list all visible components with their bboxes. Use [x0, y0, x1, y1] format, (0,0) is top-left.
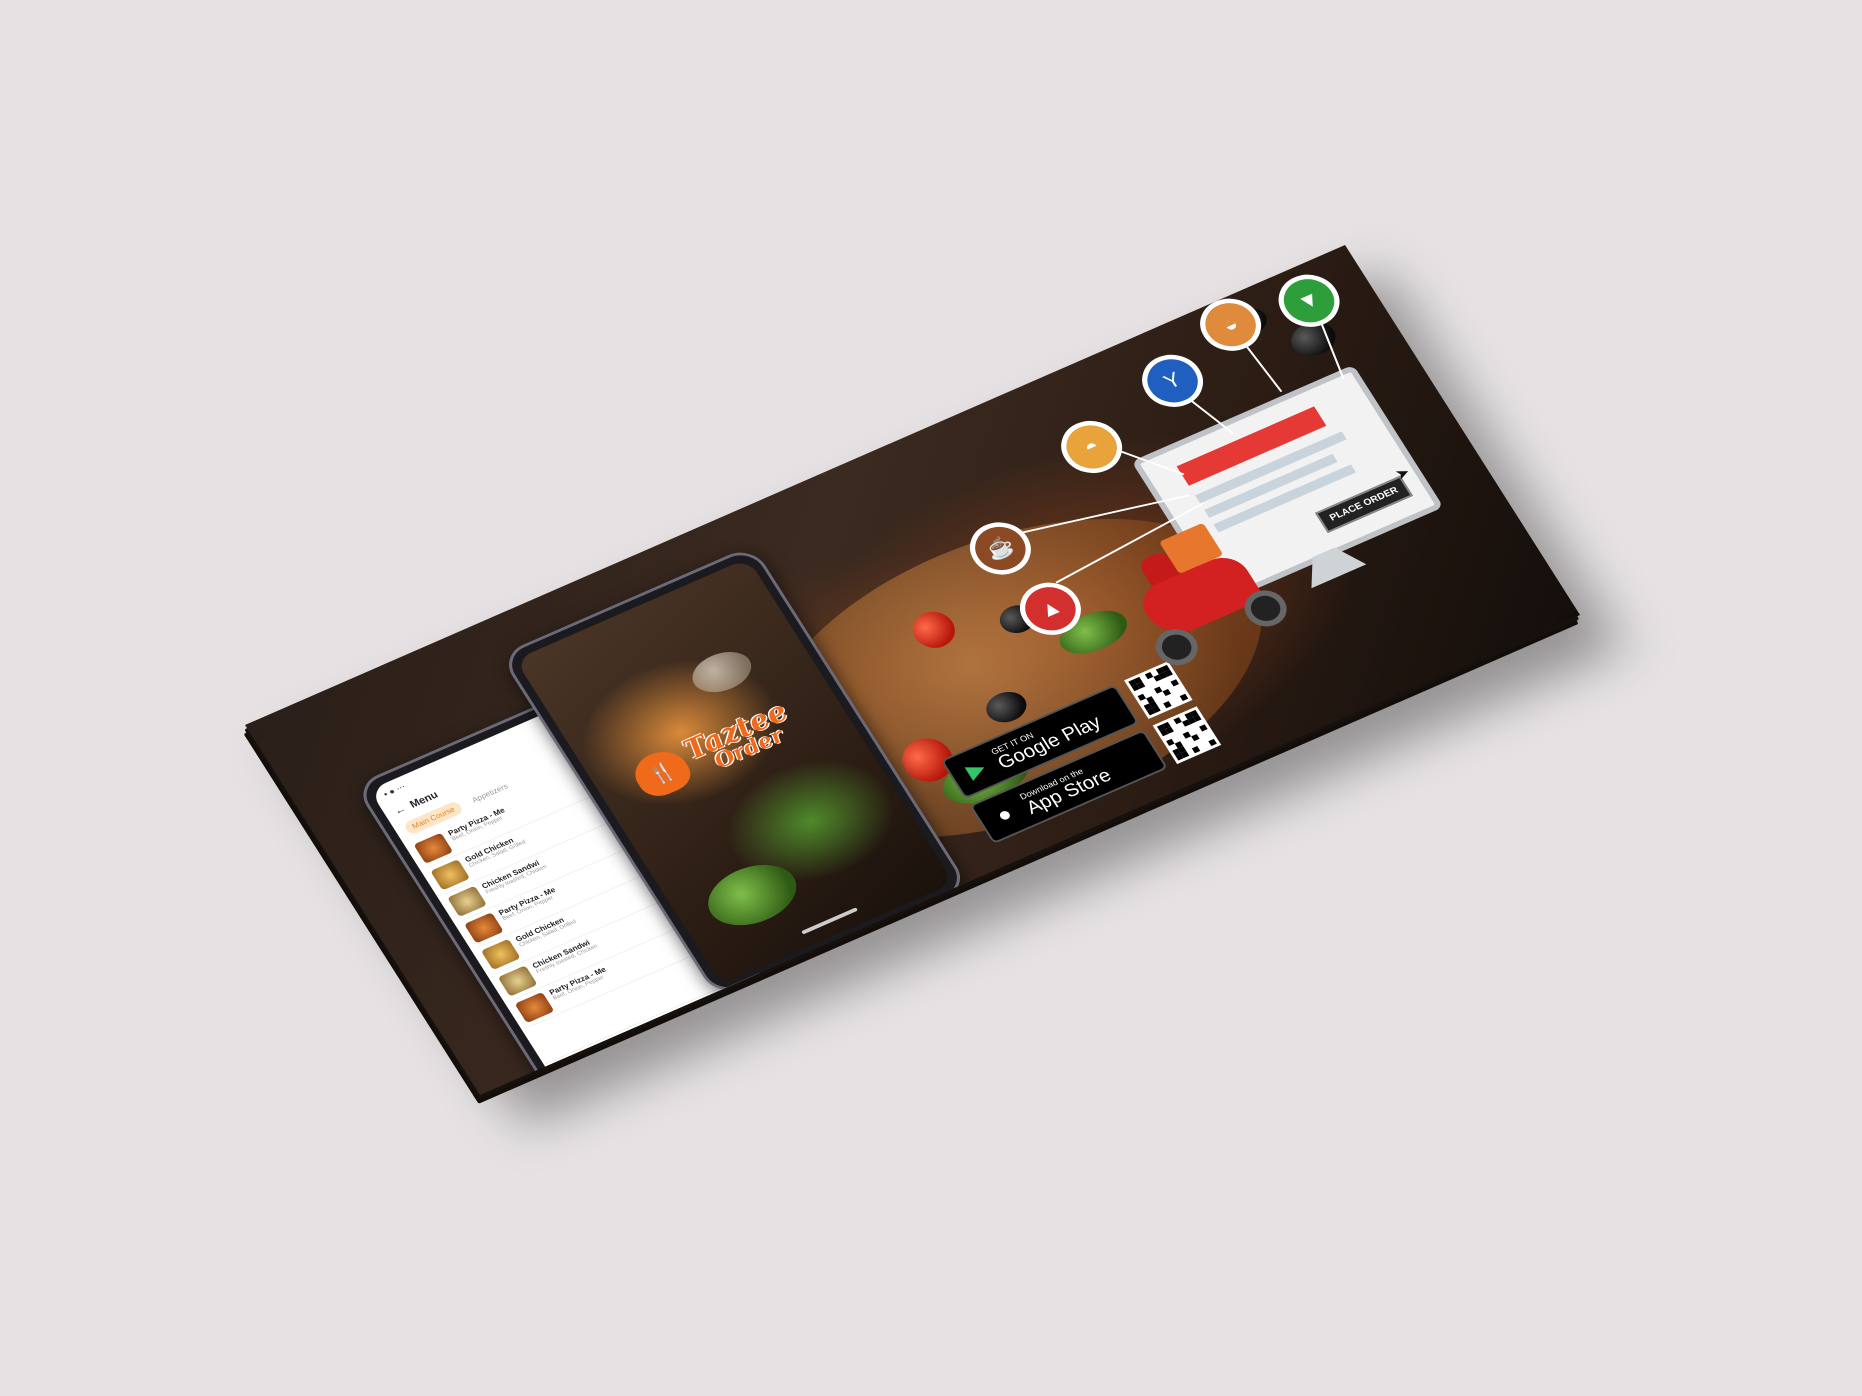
apple-icon: ●: [991, 801, 1017, 828]
herb: [695, 852, 809, 938]
ice-cream-icon: ▼: [1267, 265, 1351, 336]
pizza-thumbnail: [514, 991, 555, 1024]
google-play-icon: ▶: [961, 755, 990, 783]
flyer-card: ▪ ● ⋯ ▮ ← Menu Main Course Appetizers: [243, 245, 1624, 1128]
cocktail-icon: Y: [1131, 345, 1214, 416]
app-logo: 🍴 Taztee Order: [626, 695, 803, 803]
logo-wordmark: Taztee Order: [677, 695, 803, 780]
burger-icon: ◓: [1050, 412, 1134, 482]
status-icons: ▪ ● ⋯: [381, 781, 408, 799]
place-order-button: PLACE ORDER: [1315, 475, 1414, 533]
cake-icon: ◒: [1189, 289, 1273, 360]
wheel: [1148, 623, 1206, 672]
back-arrow-icon[interactable]: ←: [392, 803, 408, 817]
mockup-stage: ▪ ● ⋯ ▮ ← Menu Main Course Appetizers: [0, 0, 1862, 1396]
food-garnish: [684, 643, 760, 701]
home-indicator: [801, 907, 859, 935]
flyer-face: ▪ ● ⋯ ▮ ← Menu Main Course Appetizers: [245, 245, 1581, 1095]
